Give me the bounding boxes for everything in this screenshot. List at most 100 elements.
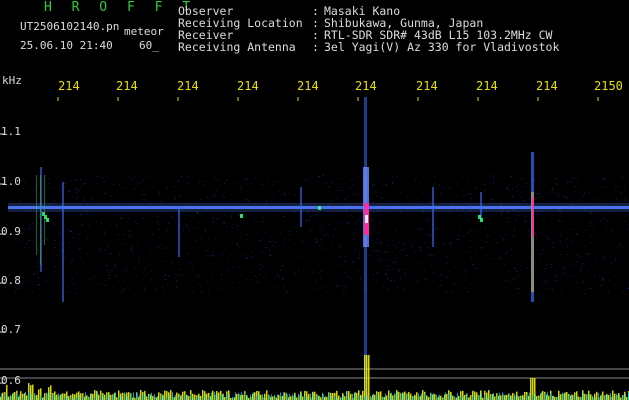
noise-pixel bbox=[595, 247, 597, 249]
amplitude-bar bbox=[356, 392, 358, 400]
noise-pixel bbox=[28, 240, 30, 242]
noise-pixel bbox=[58, 284, 60, 286]
y-tick-label: 0.8 bbox=[1, 274, 21, 287]
noise-pixel bbox=[458, 235, 460, 237]
amplitude-bar bbox=[80, 393, 82, 400]
noise-floor-bar bbox=[61, 393, 62, 400]
noise-pixel bbox=[60, 190, 62, 192]
noise-pixel bbox=[230, 215, 232, 217]
noise-pixel bbox=[199, 188, 201, 190]
noise-pixel bbox=[228, 270, 230, 272]
noise-pixel bbox=[76, 187, 78, 189]
noise-pixel bbox=[317, 241, 318, 242]
noise-pixel bbox=[451, 263, 453, 265]
noise-pixel bbox=[526, 267, 528, 269]
noise-floor-bar bbox=[313, 392, 314, 400]
noise-pixel bbox=[376, 279, 378, 281]
noise-pixel bbox=[268, 179, 270, 180]
noise-pixel bbox=[414, 195, 415, 197]
noise-pixel bbox=[596, 287, 598, 289]
noise-floor-bar bbox=[115, 392, 116, 400]
noise-pixel bbox=[26, 245, 28, 247]
noise-pixel bbox=[32, 241, 34, 243]
noise-pixel bbox=[570, 255, 572, 257]
noise-pixel bbox=[551, 263, 552, 265]
noise-pixel bbox=[83, 182, 85, 184]
noise-pixel bbox=[181, 240, 183, 242]
noise-pixel bbox=[249, 214, 251, 216]
noise-pixel bbox=[336, 265, 338, 267]
noise-pixel bbox=[556, 274, 558, 276]
noise-pixel bbox=[433, 280, 435, 282]
noise-pixel bbox=[485, 254, 487, 256]
noise-floor-bar bbox=[217, 394, 218, 400]
noise-pixel bbox=[243, 178, 245, 180]
noise-pixel bbox=[197, 212, 199, 214]
noise-pixel bbox=[627, 281, 629, 283]
noise-pixel bbox=[570, 276, 572, 278]
noise-pixel bbox=[134, 188, 136, 190]
noise-pixel bbox=[589, 187, 591, 189]
noise-pixel bbox=[357, 222, 359, 224]
noise-pixel bbox=[513, 235, 515, 237]
noise-pixel bbox=[246, 234, 247, 235]
noise-pixel bbox=[548, 239, 550, 241]
noise-pixel bbox=[9, 239, 11, 241]
noise-pixel bbox=[54, 243, 56, 245]
noise-pixel bbox=[26, 242, 28, 244]
noise-pixel bbox=[48, 182, 50, 184]
noise-pixel bbox=[391, 237, 393, 239]
noise-pixel bbox=[541, 233, 543, 235]
noise-pixel bbox=[540, 274, 542, 276]
noise-pixel bbox=[212, 263, 214, 265]
noise-pixel bbox=[529, 216, 531, 218]
noise-pixel bbox=[407, 232, 409, 234]
noise-pixel bbox=[357, 271, 359, 272]
noise-pixel bbox=[603, 280, 605, 282]
noise-floor-bar bbox=[310, 393, 311, 400]
noise-pixel bbox=[547, 227, 549, 229]
noise-pixel bbox=[576, 181, 578, 183]
noise-pixel bbox=[238, 214, 240, 216]
noise-pixel bbox=[598, 179, 599, 181]
noise-pixel bbox=[423, 193, 425, 194]
noise-pixel bbox=[428, 254, 430, 256]
noise-floor-bar bbox=[583, 393, 584, 400]
noise-pixel bbox=[231, 226, 232, 228]
noise-pixel bbox=[601, 186, 602, 188]
noise-pixel bbox=[344, 292, 346, 294]
noise-pixel bbox=[391, 260, 393, 262]
noise-pixel bbox=[157, 221, 159, 223]
noise-pixel bbox=[119, 251, 121, 253]
noise-pixel bbox=[360, 246, 362, 248]
noise-pixel bbox=[609, 230, 611, 232]
noise-pixel bbox=[166, 284, 168, 286]
noise-pixel bbox=[605, 186, 607, 188]
noise-pixel bbox=[392, 268, 394, 270]
noise-pixel bbox=[501, 240, 503, 242]
noise-pixel bbox=[12, 200, 14, 202]
noise-pixel bbox=[123, 281, 125, 282]
noise-pixel bbox=[303, 269, 305, 271]
noise-pixel bbox=[84, 183, 86, 185]
noise-pixel bbox=[187, 227, 189, 229]
noise-pixel bbox=[264, 273, 266, 275]
noise-pixel bbox=[237, 212, 239, 214]
noise-pixel bbox=[508, 189, 510, 191]
noise-pixel bbox=[32, 248, 34, 250]
noise-pixel bbox=[104, 233, 106, 235]
noise-pixel bbox=[548, 193, 550, 195]
noise-floor-bar bbox=[259, 394, 260, 400]
noise-pixel bbox=[226, 180, 228, 182]
noise-pixel bbox=[314, 283, 316, 285]
noise-pixel bbox=[326, 183, 328, 184]
noise-pixel bbox=[484, 267, 485, 269]
noise-pixel bbox=[598, 277, 600, 279]
noise-pixel bbox=[565, 274, 567, 275]
amplitude-bar bbox=[566, 392, 568, 400]
noise-pixel bbox=[76, 271, 78, 273]
noise-pixel bbox=[351, 232, 353, 234]
noise-pixel bbox=[457, 244, 459, 246]
amplitude-bar bbox=[506, 394, 508, 400]
noise-floor-bar bbox=[358, 395, 359, 400]
